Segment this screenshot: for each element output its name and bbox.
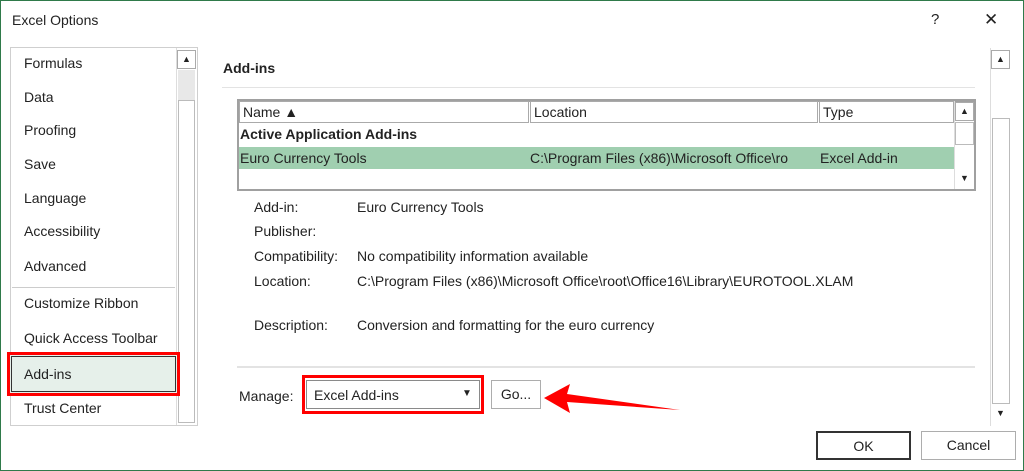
manage-selected: Excel Add-ins (314, 387, 399, 403)
column-header-location[interactable]: Location (530, 101, 818, 123)
sidebar-item-customize-ribbon[interactable]: Customize Ribbon (24, 295, 138, 311)
sidebar-item-proofing[interactable]: Proofing (24, 122, 76, 138)
sidebar-item-formulas[interactable]: Formulas (24, 55, 82, 71)
column-header-name[interactable]: Name ▲ (239, 101, 529, 123)
manage-divider (237, 366, 975, 368)
detail-value-description: Conversion and formatting for the euro c… (357, 317, 655, 333)
scroll-up-icon[interactable]: ▲ (991, 50, 1010, 69)
arrow-annotation-icon (544, 384, 680, 413)
scroll-up-icon[interactable]: ▲ (177, 50, 196, 69)
detail-label-location: Location: (254, 273, 311, 289)
sidebar-item-advanced[interactable]: Advanced (24, 258, 86, 274)
section-divider (222, 87, 975, 88)
row-location: C:\Program Files (x86)\Microsoft Office\… (530, 150, 789, 166)
row-name: Euro Currency Tools (240, 150, 367, 166)
detail-label-compatibility: Compatibility: (254, 248, 339, 264)
ok-button[interactable]: OK (816, 431, 911, 460)
close-button[interactable]: ✕ (984, 10, 998, 30)
detail-label-description: Description: (254, 317, 328, 333)
sidebar-item-language[interactable]: Language (24, 190, 86, 206)
scroll-up-icon[interactable]: ▲ (955, 102, 974, 121)
table-row[interactable]: Euro Currency Tools C:\Program Files (x8… (239, 147, 954, 169)
window-title: Excel Options (12, 12, 99, 28)
detail-label-addin: Add-in: (254, 199, 299, 215)
section-title: Add-ins (223, 60, 276, 76)
detail-label-publisher: Publisher: (254, 223, 317, 239)
row-type: Excel Add-in (820, 150, 898, 166)
table-group-header: Active Application Add-ins (240, 126, 418, 142)
detail-value-location: C:\Program Files (x86)\Microsoft Office\… (357, 273, 854, 289)
scroll-down-icon[interactable]: ▼ (955, 170, 974, 189)
sidebar-divider (12, 287, 175, 288)
chevron-down-icon: ▼ (462, 388, 472, 399)
go-button[interactable]: Go... (491, 380, 541, 409)
sidebar-scroll-track[interactable] (178, 70, 195, 100)
column-header-type[interactable]: Type (819, 101, 954, 123)
manage-label: Manage: (239, 388, 294, 404)
sidebar-scroll-thumb[interactable] (178, 100, 195, 423)
sidebar-item-add-ins[interactable]: Add-ins (24, 366, 71, 382)
sidebar-item-quick-access-toolbar[interactable]: Quick Access Toolbar (24, 330, 158, 346)
sidebar-item-save[interactable]: Save (24, 156, 56, 172)
help-button[interactable]: ? (931, 11, 939, 28)
manage-dropdown[interactable]: Excel Add-ins ▼ (306, 380, 480, 409)
sidebar-item-data[interactable]: Data (24, 89, 54, 105)
cancel-button[interactable]: Cancel (921, 431, 1016, 460)
detail-value-addin: Euro Currency Tools (357, 199, 484, 215)
detail-value-compatibility: No compatibility information available (357, 248, 589, 264)
sidebar-item-trust-center[interactable]: Trust Center (24, 400, 101, 416)
table-scroll-thumb[interactable] (955, 122, 974, 145)
scroll-down-icon[interactable]: ▼ (991, 405, 1010, 424)
main-scroll-thumb[interactable] (992, 118, 1010, 404)
sidebar-item-accessibility[interactable]: Accessibility (24, 223, 100, 239)
